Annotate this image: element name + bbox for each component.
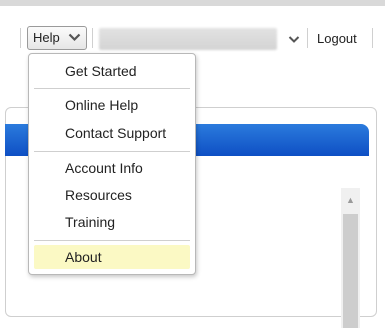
toolbar-separator bbox=[20, 28, 21, 48]
toolbar-separator bbox=[92, 28, 93, 48]
menu-separator bbox=[34, 240, 190, 241]
logout-link[interactable]: Logout bbox=[317, 30, 357, 48]
toolbar-separator bbox=[372, 28, 373, 48]
scroll-up-arrow-icon[interactable]: ▲ bbox=[341, 188, 360, 212]
help-menu-button[interactable]: Help bbox=[27, 26, 87, 50]
menu-separator bbox=[34, 151, 190, 152]
top-bar: Help Logout bbox=[0, 0, 385, 58]
menu-item-resources[interactable]: Resources bbox=[34, 183, 190, 207]
scroll-thumb[interactable] bbox=[343, 214, 358, 328]
top-divider bbox=[0, 0, 385, 6]
redacted-account-name bbox=[99, 28, 277, 50]
menu-item-contact-support[interactable]: Contact Support bbox=[34, 121, 190, 145]
toolbar-separator bbox=[307, 28, 308, 48]
menu-separator bbox=[34, 88, 190, 89]
menu-item-account-info[interactable]: Account Info bbox=[34, 156, 190, 180]
chevron-down-icon bbox=[288, 36, 300, 43]
help-button-label: Help bbox=[33, 30, 60, 45]
menu-item-get-started[interactable]: Get Started bbox=[34, 59, 190, 83]
chevron-down-icon bbox=[68, 33, 81, 42]
menu-item-training[interactable]: Training bbox=[34, 210, 190, 234]
help-dropdown-menu: Get Started Online Help Contact Support … bbox=[28, 53, 196, 275]
account-selector[interactable] bbox=[99, 28, 304, 50]
menu-item-about[interactable]: About bbox=[34, 245, 190, 269]
menu-item-online-help[interactable]: Online Help bbox=[34, 93, 190, 117]
scrollbar[interactable]: ▲ bbox=[341, 188, 360, 328]
